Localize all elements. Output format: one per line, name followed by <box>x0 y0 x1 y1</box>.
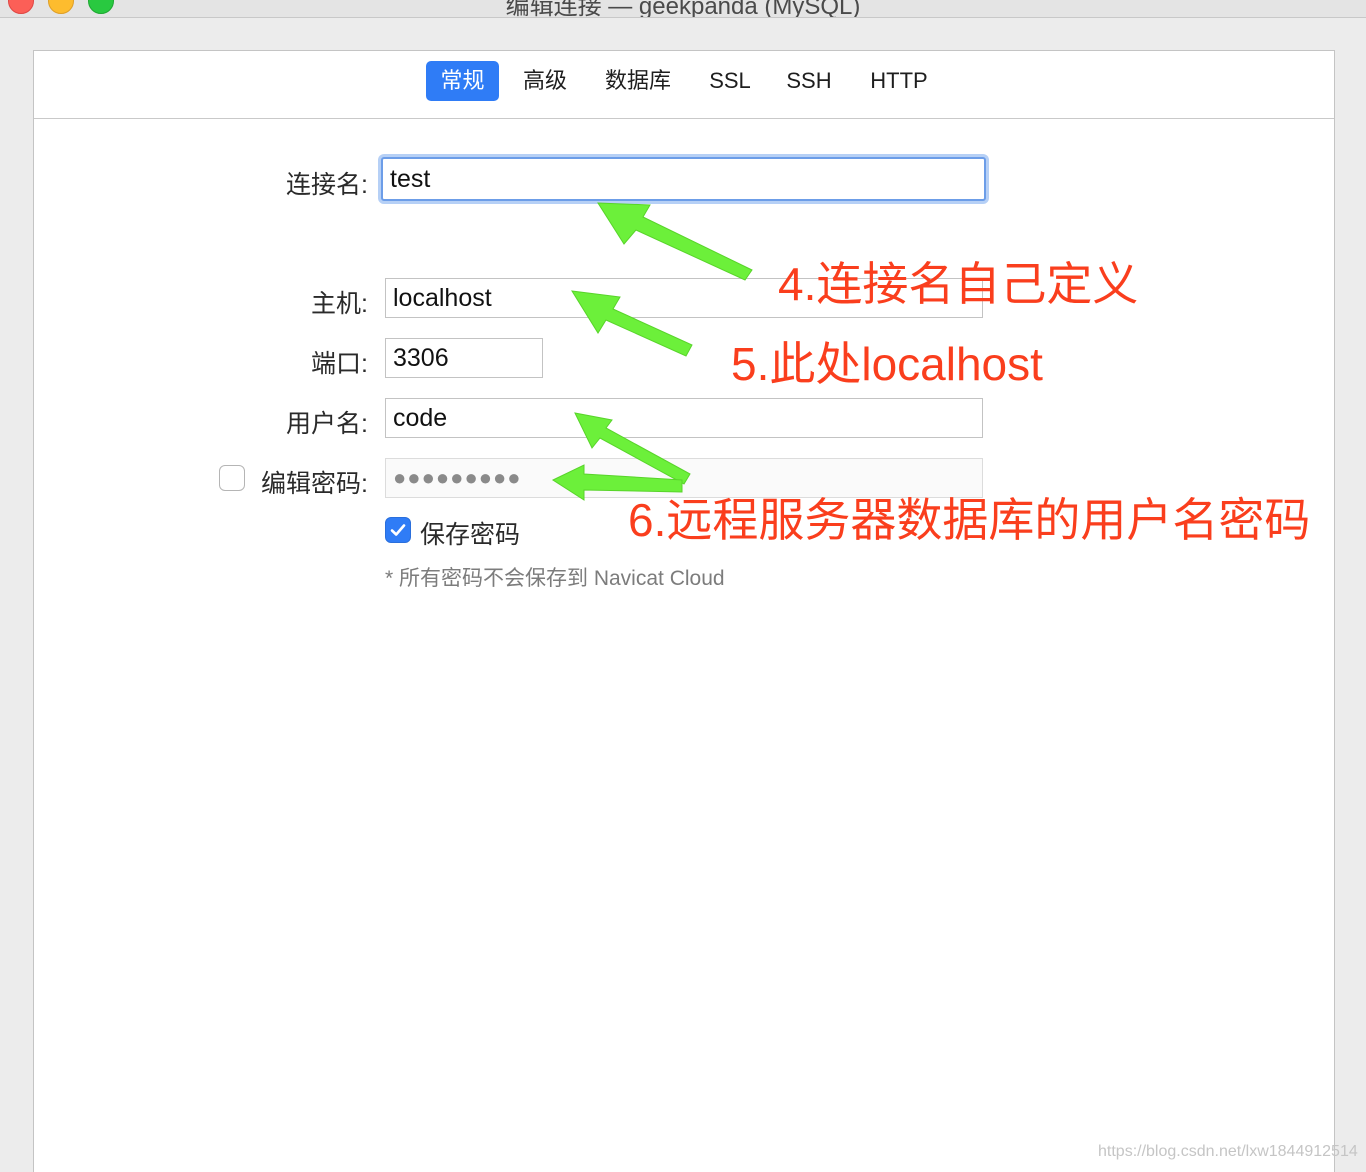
annotation-6: 6.远程服务器数据库的用户名密码 <box>628 494 1311 546</box>
arrow-host <box>571 290 693 357</box>
annotation-arrows <box>551 202 753 501</box>
arrow-username <box>574 412 691 485</box>
annotation-5: 5.此处localhost <box>731 338 1043 390</box>
watermark: https://blog.csdn.net/lxw1844912514 <box>1098 1143 1358 1160</box>
arrow-connection-name <box>597 202 753 281</box>
annotation-4: 4.连接名自己定义 <box>778 258 1139 310</box>
